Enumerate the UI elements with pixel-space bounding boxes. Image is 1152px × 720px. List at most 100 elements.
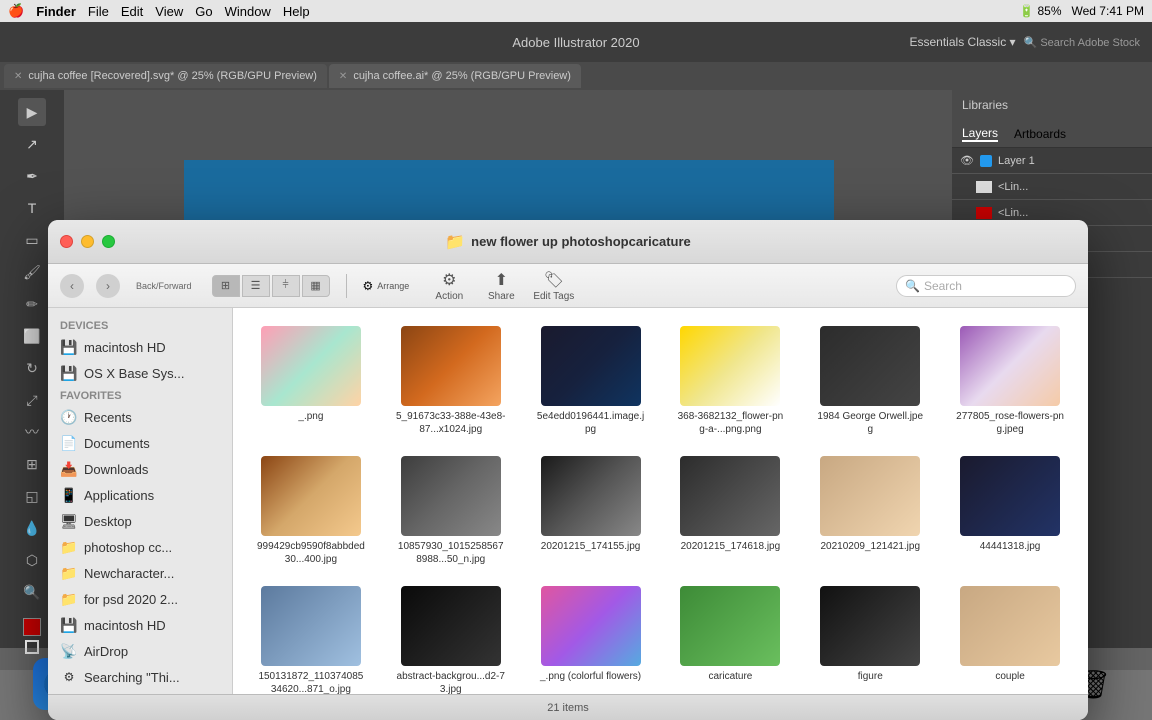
search-stock[interactable]: 🔍 Search Adobe Stock — [1024, 36, 1140, 49]
ai-tool-direct[interactable]: ↗ — [18, 130, 46, 158]
action-icon: ⚙ — [442, 270, 456, 290]
file-item-3[interactable]: 368-3682132_flower-png-a-...png.png — [664, 320, 796, 442]
ai-tool-brush[interactable]: 🖌 — [18, 258, 46, 286]
view-icon-button[interactable]: ⊞ — [212, 275, 240, 297]
ai-layer-1[interactable]: 👁 Layer 1 — [952, 148, 1152, 174]
file-item-10[interactable]: 20210209_121421.jpg — [804, 450, 936, 572]
search-bar[interactable]: 🔍 Search — [896, 275, 1076, 297]
file-item-6[interactable]: 999429cb9590f8abbded30...400.jpg — [245, 450, 377, 572]
ai-tool-rotate[interactable]: ↻ — [18, 354, 46, 382]
ai-tool-mesh[interactable]: ⊞ — [18, 450, 46, 478]
edit-tags-icon: 🏷 — [544, 270, 564, 290]
finder-close-button[interactable] — [60, 235, 73, 248]
fill-color[interactable] — [23, 618, 41, 636]
file-item-0[interactable]: _.png — [245, 320, 377, 442]
ai-titlebar: Adobe Illustrator 2020 Essentials Classi… — [0, 22, 1152, 62]
sidebar-item-for-psd[interactable]: 📁 for psd 2020 2... — [48, 586, 232, 612]
sidebar-label-searching: Searching "Thi... — [84, 670, 180, 685]
view-column-button[interactable]: ⫩ — [272, 275, 300, 297]
view-gallery-button[interactable]: ▦ — [302, 275, 330, 297]
sidebar-item-searching[interactable]: ⚙ Searching "Thi... — [48, 664, 232, 690]
file-item-2[interactable]: 5e4edd0196441.image.jpg — [525, 320, 657, 442]
file-item-14[interactable]: _.png (colorful flowers) — [525, 580, 657, 694]
view-buttons: ⊞ ☰ ⫩ ▦ — [212, 275, 330, 297]
action-button[interactable]: ⚙ Action — [429, 270, 469, 302]
sidebar-item-airdrop[interactable]: 📡 AirDrop — [48, 638, 232, 664]
essentials-dropdown[interactable]: Essentials Classic ▾ — [910, 35, 1016, 49]
finder-statusbar: 21 items — [48, 694, 1088, 720]
ai-tool-select[interactable]: ▶ — [18, 98, 46, 126]
sidebar-item-recents[interactable]: 🕐 Recents — [48, 404, 232, 430]
file-item-5[interactable]: 277805_rose-flowers-png.jpeg — [944, 320, 1076, 442]
menu-view[interactable]: View — [155, 4, 183, 19]
ai-tab-1[interactable]: ✕ cujha coffee [Recovered].svg* @ 25% (R… — [4, 64, 327, 88]
file-item-13[interactable]: abstract-backgrou...d2-73.jpg — [385, 580, 517, 694]
ai-tool-blend[interactable]: ⬡ — [18, 546, 46, 574]
edit-tags-button[interactable]: 🏷 Edit Tags — [533, 270, 574, 302]
osx-base-icon: 💾 — [60, 365, 78, 382]
menu-edit[interactable]: Edit — [121, 4, 143, 19]
sidebar-label-for-psd: for psd 2020 2... — [84, 592, 178, 607]
sidebar-item-desktop[interactable]: 🖥 Desktop — [48, 508, 232, 534]
menu-window[interactable]: Window — [225, 4, 271, 19]
finder-minimize-button[interactable] — [81, 235, 94, 248]
file-item-9[interactable]: 20201215_174618.jpg — [664, 450, 796, 572]
ai-tool-pencil[interactable]: ✏ — [18, 290, 46, 318]
view-list-button[interactable]: ☰ — [242, 275, 270, 297]
share-button[interactable]: ⬆ Share — [481, 270, 521, 302]
finder-maximize-button[interactable] — [102, 235, 115, 248]
file-thumb-14 — [541, 586, 641, 666]
file-thumb-11 — [960, 456, 1060, 536]
sidebar-item-documents[interactable]: 📄 Documents — [48, 430, 232, 456]
ai-tool-pen[interactable]: ✒ — [18, 162, 46, 190]
menu-finder[interactable]: Finder — [36, 4, 76, 19]
ai-tab-1-close[interactable]: ✕ — [14, 71, 22, 82]
ai-tool-shape[interactable]: ▭ — [18, 226, 46, 254]
menu-go[interactable]: Go — [195, 4, 212, 19]
file-name-13: abstract-backgrou...d2-73.jpg — [396, 670, 506, 694]
ai-tool-eyedropper[interactable]: 💧 — [18, 514, 46, 542]
menu-help[interactable]: Help — [283, 4, 310, 19]
ai-panel-tab-layers[interactable]: Layers — [962, 126, 998, 142]
sidebar-item-applications[interactable]: 📱 Applications — [48, 482, 232, 508]
back-button[interactable]: ‹ — [60, 274, 84, 298]
ai-tool-warp[interactable]: 〰 — [18, 418, 46, 446]
file-item-1[interactable]: 5_91673c33-388e-43e8-87...x1024.jpg — [385, 320, 517, 442]
layer-visibility-icon[interactable]: 👁 — [960, 154, 974, 167]
file-thumb-15 — [680, 586, 780, 666]
file-item-8[interactable]: 20201215_174155.jpg — [525, 450, 657, 572]
file-item-15[interactable]: caricature — [664, 580, 796, 694]
ai-tool-eraser[interactable]: ⬜ — [18, 322, 46, 350]
arrange-group-btn[interactable]: ⚙ Arrange — [363, 279, 410, 293]
sidebar-item-macintosh-hd-1[interactable]: 💾 macintosh HD — [48, 334, 232, 360]
clock: Wed 7:41 PM — [1072, 4, 1144, 18]
ai-tool-gradient[interactable]: ◱ — [18, 482, 46, 510]
ai-tool-scale[interactable]: ⤢ — [18, 386, 46, 414]
ai-tool-type[interactable]: T — [18, 194, 46, 222]
file-item-17[interactable]: couple — [944, 580, 1076, 694]
recents-icon: 🕐 — [60, 409, 78, 426]
ai-tab-2-close[interactable]: ✕ — [339, 71, 347, 82]
ai-tool-zoom[interactable]: 🔍 — [18, 578, 46, 606]
file-item-16[interactable]: figure — [804, 580, 936, 694]
forward-button[interactable]: › — [96, 274, 120, 298]
ai-tabs: ✕ cujha coffee [Recovered].svg* @ 25% (R… — [0, 62, 1152, 90]
file-item-7[interactable]: 10857930_10152585678988...50_n.jpg — [385, 450, 517, 572]
ai-sublayer-1[interactable]: <Lin... — [952, 174, 1152, 200]
sublayer-2-thumbnail — [976, 207, 992, 219]
sidebar-item-downloads[interactable]: 📥 Downloads — [48, 456, 232, 482]
sidebar-item-newcharacter[interactable]: 📁 Newcharacter... — [48, 560, 232, 586]
file-item-4[interactable]: 1984 George Orwell.jpeg — [804, 320, 936, 442]
apple-menu[interactable]: 🍎 — [8, 3, 24, 19]
file-item-12[interactable]: 150131872_1103740853462​0...871_o.jpg — [245, 580, 377, 694]
ai-panel-tab-artboards[interactable]: Artboards — [1014, 127, 1066, 141]
sidebar-item-macintosh-hd-2[interactable]: 💾 macintosh HD — [48, 612, 232, 638]
file-thumb-0 — [261, 326, 361, 406]
sidebar-item-osx-base[interactable]: 💾 OS X Base Sys... — [48, 360, 232, 386]
sidebar-item-photoshop-cc[interactable]: 📁 photoshop cc... — [48, 534, 232, 560]
finder-window: 📁 new flower up photoshopcaricature ‹ › … — [48, 220, 1088, 720]
ai-tab-2[interactable]: ✕ cujha coffee.ai* @ 25% (RGB/GPU Previe… — [329, 64, 581, 88]
sidebar-item-macintosh-hd-3[interactable]: 💾 macintosh HD — [48, 690, 232, 694]
file-item-11[interactable]: 44441318.jpg — [944, 450, 1076, 572]
menu-file[interactable]: File — [88, 4, 109, 19]
